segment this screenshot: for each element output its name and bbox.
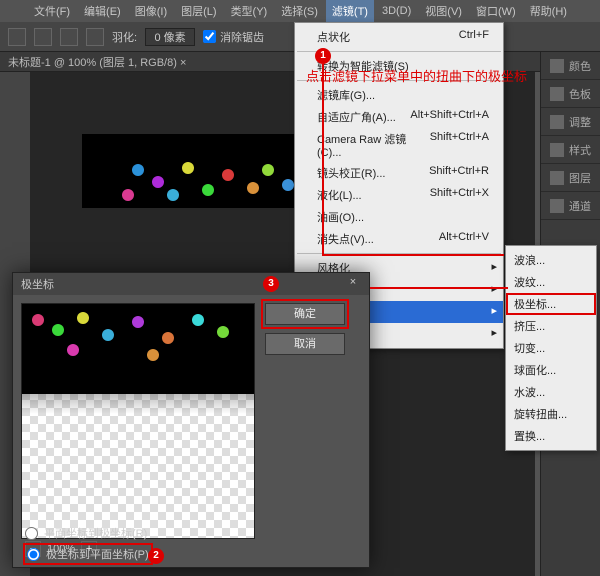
menu-item[interactable]: 类型(Y) bbox=[225, 0, 274, 22]
submenu-item[interactable]: 切变... bbox=[506, 337, 596, 359]
submenu-item[interactable]: 挤压... bbox=[506, 315, 596, 337]
menu-bar: 文件(F)编辑(E)图像(I)图层(L)类型(Y)选择(S)滤镜(T)3D(D)… bbox=[0, 0, 600, 22]
antialias-checkbox[interactable]: 消除锯齿 bbox=[203, 29, 264, 45]
menu-item[interactable]: 镜头校正(R)...Shift+Ctrl+R bbox=[295, 162, 503, 184]
panel-icon bbox=[550, 87, 564, 101]
marquee-row-icon[interactable] bbox=[86, 28, 104, 46]
menu-item[interactable]: 帮助(H) bbox=[524, 0, 573, 22]
annotation-badge-3: 3 bbox=[263, 276, 279, 292]
panel-icon bbox=[550, 59, 564, 73]
menu-item[interactable]: 选择(S) bbox=[275, 0, 324, 22]
menu-item[interactable]: 自适应广角(A)...Alt+Shift+Ctrl+A bbox=[295, 106, 503, 128]
panel-icon bbox=[550, 115, 564, 129]
marquee-ellipse-icon[interactable] bbox=[60, 28, 78, 46]
submenu-item[interactable]: 波浪... bbox=[506, 249, 596, 271]
panel-icon bbox=[550, 143, 564, 157]
menu-item[interactable]: 消失点(V)...Alt+Ctrl+V bbox=[295, 228, 503, 250]
dialog-title: 极坐标 bbox=[21, 276, 54, 292]
marquee-rect-icon[interactable] bbox=[34, 28, 52, 46]
annotation-arrow bbox=[322, 254, 504, 256]
panel-icon bbox=[550, 199, 564, 213]
preview-image[interactable] bbox=[21, 303, 255, 539]
feather-input[interactable] bbox=[145, 28, 195, 46]
menu-item[interactable]: 窗口(W) bbox=[470, 0, 522, 22]
menu-item[interactable]: 点状化Ctrl+F bbox=[295, 26, 503, 48]
radio-rect-to-polar[interactable]: 平面坐标到极坐标(R) bbox=[25, 525, 151, 541]
panel-icon bbox=[550, 171, 564, 185]
menu-item[interactable]: 3D(D) bbox=[376, 2, 417, 20]
menu-item[interactable]: 视图(V) bbox=[419, 0, 468, 22]
polar-dialog: 极坐标 × − 100 bbox=[12, 272, 370, 568]
annotation-arrow bbox=[370, 287, 508, 289]
submenu-item[interactable]: 旋转扭曲... bbox=[506, 403, 596, 425]
close-icon[interactable]: × bbox=[180, 57, 186, 69]
ok-button[interactable]: 确定 bbox=[265, 303, 345, 325]
feather-label: 羽化: bbox=[112, 29, 137, 45]
submenu-item[interactable]: 球面化... bbox=[506, 359, 596, 381]
menu-item[interactable]: 油画(O)... bbox=[295, 206, 503, 228]
panel-tab[interactable]: 调整 bbox=[541, 108, 600, 136]
chevron-right-icon: ▸ bbox=[491, 260, 497, 273]
panel-tab[interactable]: 通道 bbox=[541, 192, 600, 220]
radio-polar-to-rect[interactable]: 极坐标到平面坐标(P) bbox=[25, 545, 151, 563]
annotation-text: 点击滤镜下拉菜单中的扭曲下的极坐标 bbox=[306, 66, 527, 85]
annotation-badge-1: 1 bbox=[315, 48, 331, 64]
panel-tab[interactable]: 色板 bbox=[541, 80, 600, 108]
panel-tab[interactable]: 颜色 bbox=[541, 52, 600, 80]
chevron-right-icon: ▸ bbox=[491, 326, 497, 339]
menu-item[interactable]: 图层(L) bbox=[175, 0, 222, 22]
menu-item[interactable]: 液化(L)...Shift+Ctrl+X bbox=[295, 184, 503, 206]
menu-item[interactable]: 图像(I) bbox=[129, 0, 173, 22]
chevron-right-icon: ▸ bbox=[491, 304, 497, 317]
submenu-item[interactable]: 水波... bbox=[506, 381, 596, 403]
menu-item[interactable]: Camera Raw 滤镜(C)...Shift+Ctrl+A bbox=[295, 128, 503, 162]
menu-item[interactable]: 编辑(E) bbox=[78, 0, 127, 22]
panel-tab[interactable]: 图层 bbox=[541, 164, 600, 192]
annotation-arrow bbox=[322, 64, 324, 254]
submenu-item[interactable]: 极坐标... bbox=[506, 293, 596, 315]
close-icon[interactable]: × bbox=[345, 276, 361, 292]
tool-preset-icon[interactable] bbox=[8, 28, 26, 46]
menu-item[interactable]: 滤镜库(G)... bbox=[295, 84, 503, 106]
menu-item[interactable]: 文件(F) bbox=[28, 0, 76, 22]
annotation-badge-2: 2 bbox=[148, 548, 164, 564]
distort-submenu: 波浪...波纹...极坐标...挤压...切变...球面化...水波...旋转扭… bbox=[505, 245, 597, 451]
cancel-button[interactable]: 取消 bbox=[265, 333, 345, 355]
submenu-item[interactable]: 置换... bbox=[506, 425, 596, 447]
menu-item[interactable]: 滤镜(T) bbox=[326, 0, 374, 22]
submenu-item[interactable]: 波纹... bbox=[506, 271, 596, 293]
panel-tab[interactable]: 样式 bbox=[541, 136, 600, 164]
